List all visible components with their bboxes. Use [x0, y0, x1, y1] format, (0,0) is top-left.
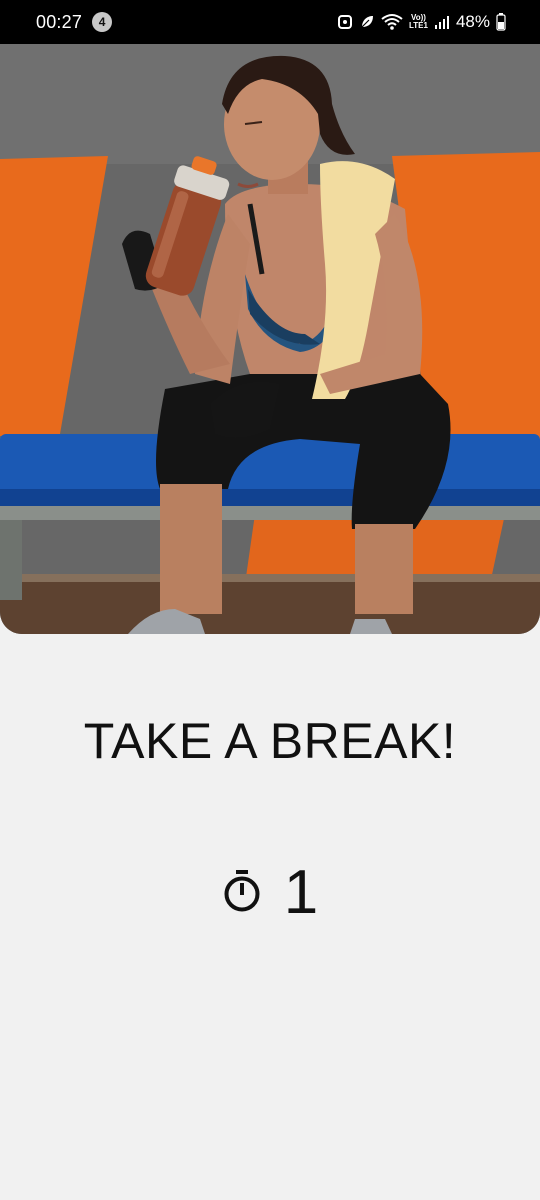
wifi-icon: [381, 13, 403, 31]
status-left: 00:27 4: [36, 11, 113, 33]
volte-bottom-label: LTE1: [409, 21, 428, 30]
leaf-icon: [359, 14, 375, 30]
battery-percent: 48%: [455, 12, 490, 31]
status-bar: 00:27 4 Vo)) LTE1 48%: [0, 0, 540, 44]
volte-indicator: Vo)) LTE1: [409, 14, 428, 30]
screenshot-icon: [337, 14, 353, 30]
hero-image: [0, 44, 540, 634]
stopwatch-icon: [222, 869, 262, 918]
signal-icon: [434, 14, 450, 30]
status-time: 00:27: [36, 11, 83, 32]
timer-value: 1: [283, 858, 319, 927]
break-title: TAKE A BREAK!: [83, 713, 457, 769]
notification-count-badge: 4: [92, 12, 113, 32]
break-timer: 1: [0, 858, 540, 928]
status-right: Vo)) LTE1 48%: [337, 12, 506, 32]
woman-resting-with-water-bottle-photo: [0, 44, 540, 634]
battery-icon: [496, 13, 506, 31]
